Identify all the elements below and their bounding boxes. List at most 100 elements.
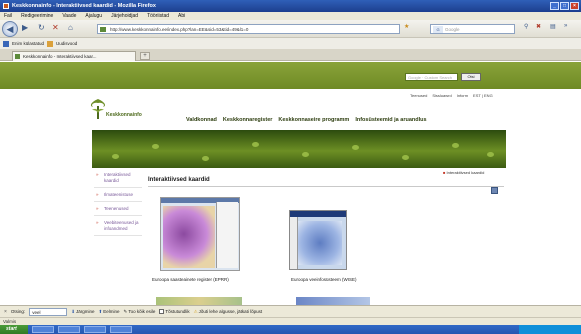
top-link-info[interactable]: Inform <box>457 93 468 98</box>
find-close-icon[interactable]: × <box>4 309 7 315</box>
top-link-login[interactable]: Sissluawrd <box>432 93 451 98</box>
status-bar: Valmis <box>0 317 581 325</box>
menu-help[interactable]: Abi <box>178 12 185 20</box>
new-tab-button[interactable]: + <box>140 52 150 60</box>
menu-view[interactable]: Vaade <box>62 12 76 20</box>
site-logo-text[interactable]: Keskkonnainfo <box>106 112 142 118</box>
sidebar-item-services[interactable]: » Teenenused <box>94 206 142 216</box>
web-search-input[interactable]: G Google <box>430 24 515 34</box>
highlight-all-button[interactable]: ✎ Too kõik esile <box>124 309 156 315</box>
taskbar-button[interactable] <box>58 326 80 333</box>
nav-infosusteemid[interactable]: Infosüsteemid ja aruandlus <box>355 117 426 123</box>
find-status-text: Jõuti lehe algusse, jätkati lõpust <box>198 309 263 314</box>
europe-map-image <box>298 221 342 265</box>
main-navigation: Valdkonnad Keskkonnaregister Keskkonnase… <box>186 117 427 123</box>
europe-map-image <box>163 206 215 268</box>
address-bar[interactable]: http://www.keskkonnainfo.ee/index.php?la… <box>97 24 400 34</box>
map-thumbnail-third[interactable] <box>156 297 242 305</box>
tab-favicon <box>15 54 20 59</box>
print-icon[interactable] <box>491 187 498 194</box>
window-title: Keskkonnainfo - Interaktiivsed kaardid -… <box>12 3 156 9</box>
sidebar-item-interactive-maps[interactable]: » Interaktiivsed kaardid <box>94 172 142 188</box>
start-button[interactable]: start <box>0 325 28 334</box>
rss-feed-icon <box>47 40 54 47</box>
sidebar-item-weather[interactable]: » Ilmateenistuse <box>94 192 142 202</box>
tab-strip: Keskkonnainfo - Interaktiivsed kaar... ×… <box>0 49 581 61</box>
find-previous-button[interactable]: ⬆ Eelmine <box>98 309 119 315</box>
minimize-button[interactable]: _ <box>550 2 559 10</box>
language-switch[interactable]: EST | ENG <box>473 93 493 98</box>
home-button[interactable]: ⌂ <box>68 23 73 32</box>
bullet-arrow-icon: » <box>96 192 99 197</box>
menu-tools[interactable]: Tööriistad <box>147 12 169 20</box>
arrow-up-icon: ⬆ <box>98 308 103 314</box>
maximize-button[interactable]: □ <box>560 2 569 10</box>
nav-valdkonnad[interactable]: Valdkonnad <box>186 117 217 123</box>
menu-bookmarks[interactable]: Järjehoidjad <box>111 12 138 20</box>
tab-close-icon[interactable]: × <box>135 52 136 61</box>
map-thumbnail-wise[interactable] <box>289 210 347 270</box>
firefox-icon <box>3 3 9 9</box>
map-thumbnail-fourth[interactable] <box>296 297 370 305</box>
taskbar-button[interactable] <box>84 326 106 333</box>
sidebar-item-label: Interaktiivsed kaardid <box>104 172 131 183</box>
nav-keskkonnaregister[interactable]: Keskkonnaregister <box>223 117 273 123</box>
sidebar-item-label: Ilmateenistuse <box>104 192 134 197</box>
menu-overflow-icon[interactable]: » <box>564 23 567 29</box>
site-search-input[interactable]: Google · Custom Search <box>405 73 458 81</box>
map-thumbnail-eprr[interactable] <box>160 197 240 271</box>
stop-button[interactable]: ✕ <box>52 23 59 32</box>
find-previous-label: Eelmine <box>103 309 120 314</box>
window-titlebar: Keskkonnainfo - Interaktiivsed kaardid -… <box>0 0 581 12</box>
match-case-checkbox[interactable]: Tõstutundlik <box>159 309 190 314</box>
menu-file[interactable]: Fail <box>4 12 12 20</box>
rss-icon[interactable]: ★ <box>404 23 409 30</box>
close-button[interactable]: × <box>570 2 579 10</box>
sidebar-item-web-services[interactable]: » Veebiteenused ja infoandmed <box>94 220 142 236</box>
taskbar-button[interactable] <box>32 326 54 333</box>
addon-icon[interactable]: ✖ <box>536 23 541 30</box>
site-header-band <box>0 62 581 89</box>
map-caption-wise[interactable]: Euroopa veeinfosüsteem (WISE) <box>291 277 357 282</box>
back-button[interactable]: ◀ <box>2 21 18 37</box>
menu-edit[interactable]: Redigeerimine <box>21 12 53 20</box>
forward-arrow-icon: ▶ <box>22 23 29 32</box>
checkbox-icon <box>159 309 165 314</box>
find-input[interactable]: veel <box>29 307 68 316</box>
map-caption-eprr[interactable]: Euroopa saasteainete register (EPRR) <box>152 277 229 282</box>
bullet-arrow-icon: » <box>96 206 99 211</box>
menu-history[interactable]: Ajalugu <box>85 12 102 20</box>
tab-keskkonnainfo[interactable]: Keskkonnainfo - Interaktiivsed kaar... × <box>12 51 136 61</box>
bookmark-most-visited[interactable]: Enim külastatud <box>12 41 44 46</box>
top-link-services[interactable]: Teenused <box>410 93 427 98</box>
site-search-button[interactable]: Otsi <box>461 73 481 81</box>
breadcrumb: ■ Interaktiivsed kaardid <box>443 170 484 175</box>
find-status-message: ⚠ Jõuti lehe algusse, jätkati lõpust <box>194 309 263 315</box>
navigation-toolbar: ◀ ▶ ↻ ✕ ⌂ http://www.keskkonnainfo.ee/in… <box>0 20 581 38</box>
breadcrumb-current[interactable]: Interaktiivsed kaardid <box>447 170 485 175</box>
find-bar: × Otsing: veel ⬇ Järgmine ⬆ Eelmine ✎ Too k… <box>0 305 581 317</box>
print-toolbar-icon[interactable]: ▤ <box>550 23 556 30</box>
find-next-label: Järgmine <box>75 309 95 314</box>
sidebar-item-label: Veebiteenused ja infoandmed <box>104 220 139 231</box>
bookmark-feeds[interactable]: Uudisvood <box>56 41 77 46</box>
taskbar-button[interactable] <box>110 326 132 333</box>
tab-label: Keskkonnainfo - Interaktiivsed kaar... <box>23 54 97 59</box>
find-next-button[interactable]: ⬇ Järgmine <box>71 309 94 315</box>
title-divider <box>148 186 504 187</box>
map-legend-panel <box>216 202 238 268</box>
highlight-icon: ✎ <box>123 308 128 314</box>
nav-seireprogramm[interactable]: Keskkonnaseire programm <box>278 117 349 123</box>
search-icon[interactable]: ⚲ <box>524 23 528 30</box>
site-favicon <box>100 27 106 32</box>
sidebar-menu: » Interaktiivsed kaardid » Ilmateenistus… <box>94 172 142 240</box>
site-logo-tree-icon[interactable] <box>88 98 108 120</box>
find-label: Otsing: <box>10 309 26 314</box>
back-arrow-icon: ◀ <box>6 23 14 34</box>
reload-button[interactable]: ↻ <box>38 23 45 32</box>
system-tray <box>519 325 581 334</box>
window-controls: _ □ × <box>550 2 579 10</box>
bullet-arrow-icon: » <box>96 220 99 225</box>
reload-icon: ↻ <box>38 23 45 32</box>
forward-button[interactable]: ▶ <box>22 23 28 32</box>
